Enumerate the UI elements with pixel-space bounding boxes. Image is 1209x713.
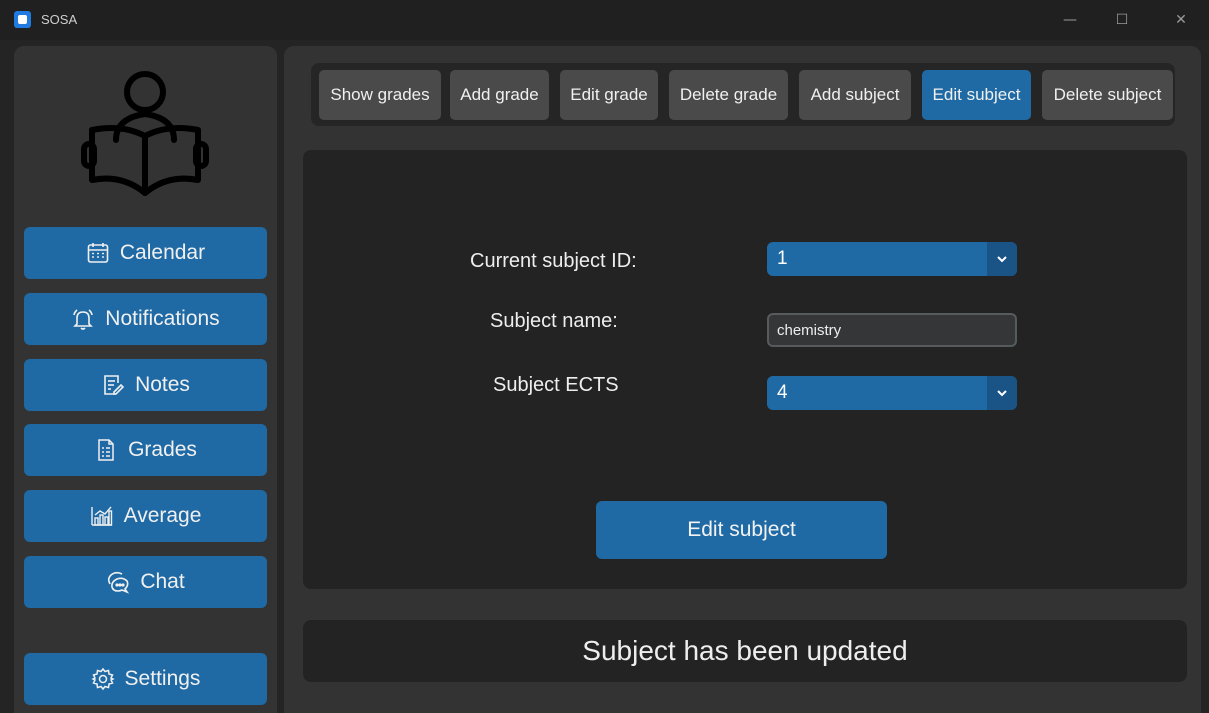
subject-name-input[interactable] (767, 313, 1017, 347)
sidebar-item-label: Grades (128, 438, 197, 461)
chevron-down-icon[interactable] (987, 376, 1017, 410)
title-bar: SOSA — ☐ ✕ (0, 0, 1209, 40)
sidebar-item-label: Settings (124, 667, 201, 690)
status-message: Subject has been updated (303, 620, 1187, 682)
calendar-icon (87, 243, 109, 263)
delete-grade-button[interactable]: Delete grade (669, 70, 788, 120)
close-button[interactable]: ✕ (1158, 0, 1204, 40)
subject-id-dropdown[interactable]: 1 (767, 242, 1017, 276)
add-grade-button[interactable]: Add grade (450, 70, 549, 120)
bell-icon (73, 309, 94, 330)
app-window: SOSA — ☐ ✕ Calendar Notifications Notes … (0, 0, 1209, 713)
add-subject-button[interactable]: Add subject (799, 70, 911, 120)
sidebar: Calendar Notifications Notes Grades Aver… (14, 46, 277, 713)
sidebar-item-label: Notifications (105, 307, 220, 330)
gear-icon (90, 667, 115, 691)
sidebar-item-label: Average (123, 504, 202, 527)
subject-ects-label: Subject ECTS (493, 374, 619, 396)
chat-icon (108, 571, 130, 594)
delete-subject-button[interactable]: Delete subject (1042, 70, 1173, 120)
sidebar-item-calendar[interactable]: Calendar (24, 227, 267, 279)
grades-icon (98, 439, 114, 461)
subject-ects-value: 4 (777, 382, 788, 403)
reader-book-icon (81, 71, 209, 196)
sidebar-item-grades[interactable]: Grades (24, 424, 267, 476)
sidebar-item-average[interactable]: Average (24, 490, 267, 542)
sidebar-item-notes[interactable]: Notes (24, 359, 267, 411)
window-title: SOSA (41, 12, 78, 27)
edit-subject-button[interactable]: Edit subject (922, 70, 1031, 120)
chevron-down-icon[interactable] (987, 242, 1017, 276)
subject-id-label: Current subject ID: (470, 250, 637, 272)
sidebar-item-label: Notes (135, 373, 190, 396)
chart-icon (90, 506, 112, 526)
app-icon (14, 11, 31, 28)
minimize-button[interactable]: — (1047, 0, 1093, 40)
sidebar-item-notifications[interactable]: Notifications (24, 293, 267, 345)
maximize-button[interactable]: ☐ (1099, 0, 1145, 40)
subject-id-value: 1 (777, 248, 788, 269)
subject-ects-dropdown[interactable]: 4 (767, 376, 1017, 410)
main-panel: Show grades Add grade Edit grade Delete … (284, 46, 1201, 713)
sidebar-item-chat[interactable]: Chat (24, 556, 267, 608)
sidebar-item-label: Chat (140, 570, 185, 593)
sidebar-item-label: Calendar (119, 241, 206, 264)
show-grades-button[interactable]: Show grades (319, 70, 441, 120)
subject-name-label: Subject name: (490, 310, 618, 332)
edit-grade-button[interactable]: Edit grade (560, 70, 658, 120)
notes-icon (104, 375, 125, 395)
grade-toolbar: Show grades Add grade Edit grade Delete … (311, 63, 1175, 126)
sidebar-item-settings[interactable]: Settings (24, 653, 267, 705)
edit-subject-form: Current subject ID: 1 Subject name: Subj… (303, 150, 1187, 589)
edit-subject-submit-button[interactable]: Edit subject (596, 501, 887, 559)
